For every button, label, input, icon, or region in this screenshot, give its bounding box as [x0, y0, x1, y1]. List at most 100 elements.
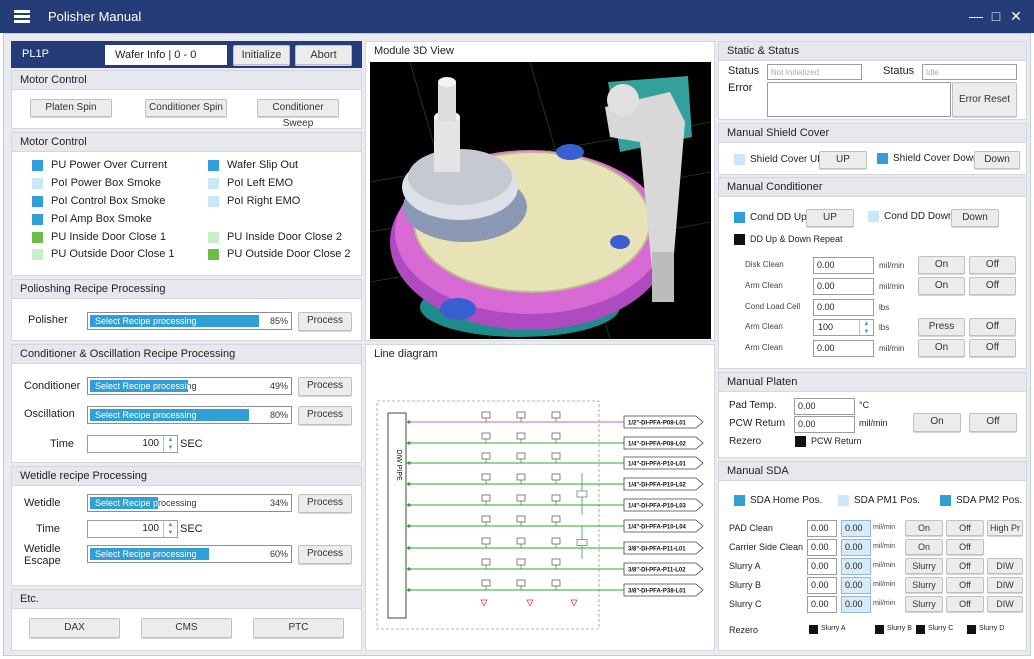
increment-icon[interactable]: ▲ [860, 320, 873, 328]
minimize-icon[interactable]: — [968, 8, 984, 24]
cond-row-on-button[interactable]: On [918, 339, 965, 357]
line-diagram-panel: Line diagram DIW PIPE 1/2"-DI-PFA-P08-L0… [365, 344, 715, 651]
sda-row-field-2[interactable]: 0.00 [841, 520, 871, 537]
dd-repeat-label: DD Up & Down Repeat [750, 234, 843, 244]
close-icon[interactable]: ✕ [1008, 8, 1024, 24]
cond-row-field[interactable]: 0.00 [813, 299, 874, 316]
conditioner-sweep-button[interactable]: Conditioner Sweep [257, 99, 339, 129]
escape-process-button[interactable]: Process [298, 545, 352, 564]
initialize-button[interactable]: Initialize [233, 45, 290, 65]
sda-row-field[interactable]: 0.00 [807, 558, 837, 575]
cond-row-off-button[interactable]: Off [969, 339, 1016, 357]
cond-row-off-button[interactable]: Off [969, 277, 1016, 295]
sda-row-field[interactable]: 0.00 [807, 539, 837, 556]
cond-row-on-button[interactable]: On [918, 277, 965, 295]
sda-row-button-1[interactable]: On [905, 520, 943, 536]
oscillation-process-button[interactable]: Process [298, 406, 352, 425]
rezero-label: Rezero [729, 436, 762, 447]
sda-row-field-2[interactable]: 0.00 [841, 577, 871, 594]
panel-title: Motor Control [12, 133, 361, 152]
dd-up-label: Cond DD Up [750, 212, 807, 223]
pipe-node [407, 524, 411, 528]
status-label: Status [728, 65, 760, 77]
ptc-button[interactable]: PTC [253, 618, 344, 638]
status-label: PoI Power Box Smoke [51, 177, 162, 189]
cond-row-off-button[interactable]: Off [969, 318, 1016, 336]
sda-row-button-3[interactable]: DIW [987, 577, 1023, 593]
sda-row-field-2[interactable]: 0.00 [841, 596, 871, 613]
time-stepper[interactable]: 100 ▲ ▼ [87, 435, 178, 453]
maximize-icon[interactable]: □ [988, 8, 1004, 24]
sda-row-button-1[interactable]: On [905, 539, 943, 555]
sda-row-button-2[interactable]: Off [946, 520, 984, 536]
slurry-checkbox[interactable] [967, 625, 976, 634]
abort-button[interactable]: Abort [295, 45, 352, 65]
sda-row-button-2[interactable]: Off [946, 558, 984, 574]
sda-row-button-2[interactable]: Off [946, 596, 984, 612]
sda-row-field-2[interactable]: 0.00 [841, 558, 871, 575]
cond-row-stepper[interactable]: 100 ▲ ▼ [813, 319, 874, 336]
menu-icon[interactable] [14, 10, 30, 23]
stepper-arrows[interactable]: ▲ ▼ [859, 320, 873, 335]
sda-row-button-1[interactable]: Slurry [905, 558, 943, 574]
polisher-process-button[interactable]: Process [298, 312, 352, 331]
error-label: Error [728, 82, 753, 94]
error-reset-button[interactable]: Error Reset [952, 82, 1017, 117]
slurry-checkbox[interactable] [809, 625, 818, 634]
progress-text: Select Recipe processing [95, 410, 197, 420]
dd-repeat-checkbox[interactable] [734, 234, 745, 245]
cond-row-field[interactable]: 0.00 [813, 340, 874, 357]
sda-row-button-3[interactable]: DIW [987, 558, 1023, 574]
sda-row-button-1[interactable]: Slurry [905, 596, 943, 612]
cond-row-on-button[interactable]: Press [918, 318, 965, 336]
wetidle-time-stepper[interactable]: 100 ▲ ▼ [87, 520, 178, 538]
platen-off-button[interactable]: Off [969, 413, 1017, 432]
pad-temp-field[interactable]: 0.00 [794, 398, 855, 415]
sda-row-field[interactable]: 0.00 [807, 596, 837, 613]
line-tag-label: 1/4"-DI-PFA-P10-L03 [628, 504, 687, 510]
sda-row-button-1[interactable]: Slurry [905, 577, 943, 593]
time-unit: SEC [180, 438, 203, 450]
pipe-node [407, 503, 411, 507]
conditioner-process-button[interactable]: Process [298, 377, 352, 396]
platen-spin-button[interactable]: Platen Spin [30, 99, 112, 117]
sda-row-button-3[interactable]: High Pr [987, 520, 1023, 536]
platen-on-button[interactable]: On [913, 413, 961, 432]
status-indicator [32, 160, 43, 171]
sda-row-field-2[interactable]: 0.00 [841, 539, 871, 556]
dd-up-button[interactable]: UP [806, 209, 854, 227]
increment-icon[interactable]: ▲ [164, 436, 177, 444]
sda-home-indicator [734, 495, 745, 506]
sda-row-field[interactable]: 0.00 [807, 577, 837, 594]
cond-row-field[interactable]: 0.00 [813, 278, 874, 295]
module-3d-view[interactable] [370, 62, 711, 339]
sda-row-button-2[interactable]: Off [946, 577, 984, 593]
cond-row-field[interactable]: 0.00 [813, 257, 874, 274]
conditioner-spin-button[interactable]: Conditioner Spin [145, 99, 227, 117]
slurry-checkbox-label: Slurry C [928, 625, 954, 632]
dd-down-button[interactable]: Down [951, 209, 999, 227]
pcw-return-field[interactable]: 0.00 [794, 416, 855, 433]
shield-down-button[interactable]: Down [974, 151, 1020, 169]
dax-button[interactable]: DAX [29, 618, 120, 638]
sda-row-field[interactable]: 0.00 [807, 520, 837, 537]
slurry-checkbox[interactable] [875, 625, 884, 634]
cond-row-on-button[interactable]: On [918, 256, 965, 274]
cond-row-label: Disk Clean [745, 260, 784, 269]
shield-up-button[interactable]: UP [819, 151, 867, 169]
sda-row-button-2[interactable]: Off [946, 539, 984, 555]
pcw-return-checkbox[interactable] [795, 436, 806, 447]
decrement-icon[interactable]: ▼ [164, 529, 177, 537]
valve-icon [551, 473, 561, 481]
decrement-icon[interactable]: ▼ [164, 444, 177, 452]
slurry-checkbox[interactable] [916, 625, 925, 634]
cond-row-label: Arm Clean [745, 343, 783, 352]
cms-button[interactable]: CMS [141, 618, 232, 638]
valve-icon [551, 515, 561, 523]
increment-icon[interactable]: ▲ [164, 521, 177, 529]
wetidle-process-button[interactable]: Process [298, 494, 352, 513]
decrement-icon[interactable]: ▼ [860, 328, 873, 336]
slurry-checkbox-label: Slurry B [887, 625, 912, 632]
cond-row-off-button[interactable]: Off [969, 256, 1016, 274]
sda-row-button-3[interactable]: DIW [987, 596, 1023, 612]
